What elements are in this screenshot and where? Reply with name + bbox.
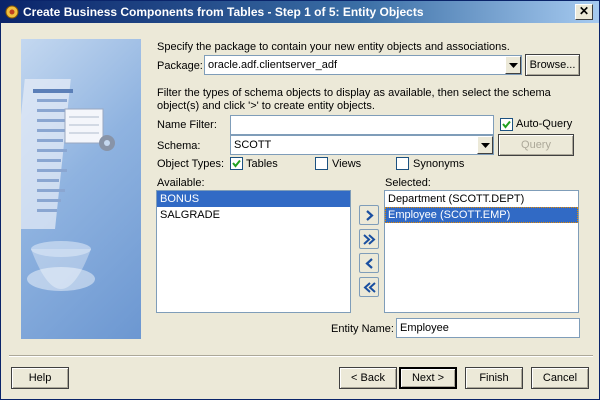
finish-label: Finish — [479, 372, 509, 384]
close-icon: ✕ — [578, 4, 590, 18]
wizard-illustration — [21, 39, 141, 339]
views-checkbox[interactable] — [315, 157, 328, 170]
list-item[interactable]: SALGRADE — [157, 207, 350, 223]
move-left-button[interactable] — [359, 253, 379, 273]
back-label: < Back — [351, 372, 385, 384]
views-label: Views — [332, 158, 362, 170]
name-filter-input[interactable] — [230, 115, 494, 135]
schema-label: Schema: — [157, 140, 201, 152]
filter-prompt-line2: object(s) and click '>' to create entity… — [157, 100, 375, 112]
browse-button[interactable]: Browse... — [525, 54, 580, 76]
move-all-left-button[interactable] — [359, 277, 379, 297]
chevron-right-icon — [366, 210, 374, 221]
entity-name-input[interactable]: Employee — [396, 318, 580, 338]
list-item[interactable]: Department (SCOTT.DEPT) — [385, 191, 578, 207]
move-right-button[interactable] — [359, 205, 379, 225]
synonyms-label: Synonyms — [413, 158, 465, 170]
title-bar[interactable]: Create Business Components from Tables -… — [1, 1, 599, 23]
dialog-window: Create Business Components from Tables -… — [0, 0, 600, 400]
list-item[interactable]: Employee (SCOTT.EMP) — [385, 207, 578, 223]
cancel-label: Cancel — [542, 372, 578, 384]
list-item[interactable]: BONUS — [157, 191, 350, 207]
package-dropdown-button[interactable] — [505, 56, 521, 74]
query-button[interactable]: Query — [498, 134, 574, 156]
help-label: Help — [28, 372, 52, 384]
selected-label: Selected: — [385, 177, 431, 189]
next-label: Next > — [411, 372, 445, 384]
browse-label: Browse... — [529, 59, 576, 71]
finish-button[interactable]: Finish — [465, 367, 523, 389]
package-label: Package: — [157, 60, 203, 72]
query-label: Query — [521, 139, 551, 151]
wizard-art-graphic — [21, 79, 115, 291]
double-chevron-left-icon — [363, 282, 376, 293]
checkmark-icon — [232, 159, 241, 168]
next-button[interactable]: Next > — [399, 367, 457, 389]
auto-query-checkbox[interactable] — [500, 118, 513, 131]
footer-separator — [9, 355, 593, 357]
window-title: Create Business Components from Tables -… — [23, 5, 424, 19]
package-input[interactable]: oracle.adf.clientserver_adf — [204, 55, 522, 75]
schema-value: SCOTT — [234, 139, 272, 151]
available-list[interactable]: BONUS SALGRADE — [156, 190, 351, 313]
chevron-down-icon — [509, 63, 518, 68]
package-value: oracle.adf.clientserver_adf — [208, 59, 338, 71]
double-chevron-right-icon — [363, 234, 376, 245]
tables-checkbox[interactable] — [230, 157, 243, 170]
synonyms-checkbox[interactable] — [396, 157, 409, 170]
chevron-down-icon — [481, 143, 490, 148]
app-icon — [5, 5, 19, 19]
tables-label: Tables — [246, 158, 278, 170]
back-button[interactable]: < Back — [339, 367, 397, 389]
close-button[interactable]: ✕ — [575, 4, 593, 20]
available-label: Available: — [157, 177, 205, 189]
chevron-left-icon — [365, 258, 373, 269]
selected-list[interactable]: Department (SCOTT.DEPT) Employee (SCOTT.… — [384, 190, 579, 313]
cancel-button[interactable]: Cancel — [531, 367, 589, 389]
checkmark-icon — [502, 120, 511, 129]
filter-prompt-line1: Filter the types of schema objects to di… — [157, 87, 551, 99]
schema-dropdown-button[interactable] — [477, 136, 493, 154]
schema-select[interactable]: SCOTT — [230, 135, 494, 155]
name-filter-label: Name Filter: — [157, 119, 217, 131]
help-button[interactable]: Help — [11, 367, 69, 389]
object-types-label: Object Types: — [157, 158, 225, 170]
move-all-right-button[interactable] — [359, 229, 379, 249]
entity-name-value: Employee — [400, 322, 449, 334]
entity-name-label: Entity Name: — [331, 323, 394, 335]
auto-query-label: Auto-Query — [516, 118, 573, 130]
package-prompt: Specify the package to contain your new … — [157, 41, 510, 53]
